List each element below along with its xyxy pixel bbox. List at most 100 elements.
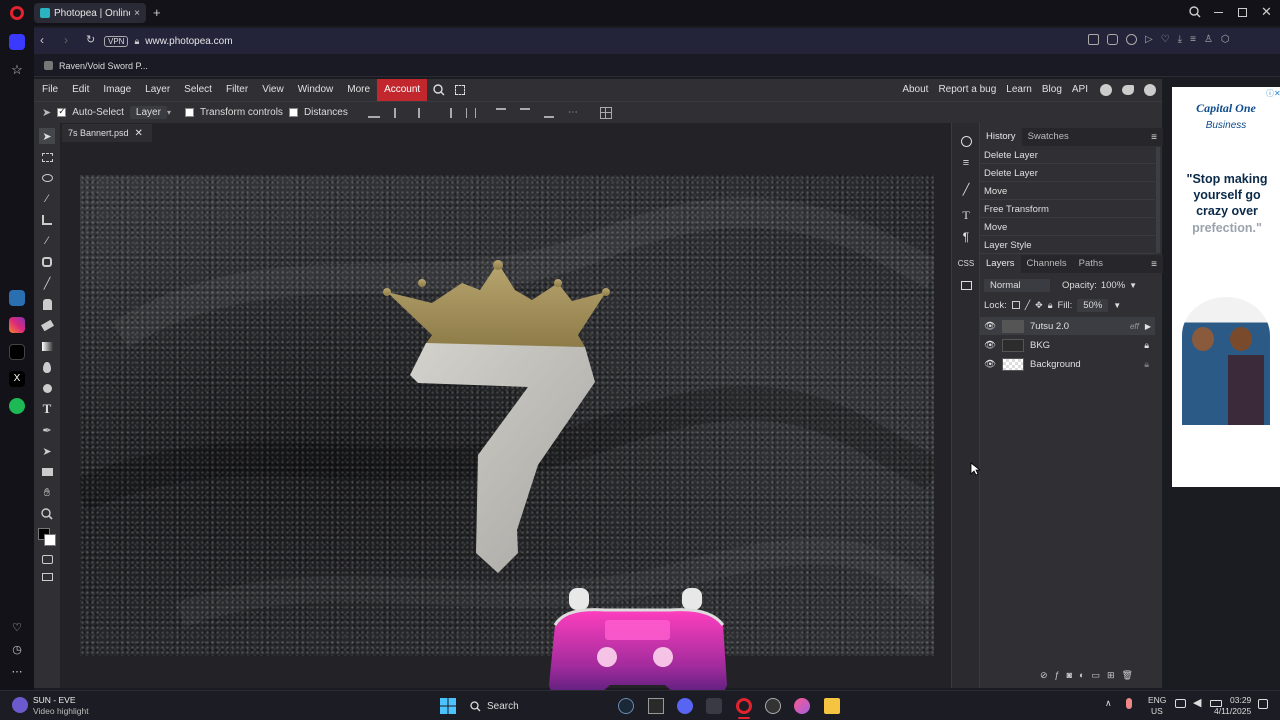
advertisement-panel[interactable]: Capital One Business ⓘ✕ "Stop making you… bbox=[1172, 87, 1280, 487]
menu-learn[interactable]: Learn bbox=[1002, 79, 1036, 101]
gradient-tool-icon[interactable] bbox=[39, 338, 55, 354]
history-item[interactable]: Delete Layer bbox=[980, 165, 1155, 182]
facebook-icon[interactable] bbox=[1144, 84, 1156, 96]
layer-row[interactable]: 👁︎ Background 🔒︎ bbox=[980, 355, 1155, 373]
star-icon[interactable]: ☆ bbox=[9, 62, 25, 78]
layer-name[interactable]: Background bbox=[1030, 359, 1081, 370]
layers-panel-menu-icon[interactable]: ≡ bbox=[1151, 259, 1157, 270]
download-icon[interactable]: ⤓ bbox=[1178, 34, 1182, 48]
tab-layers[interactable]: Layers bbox=[980, 255, 1021, 273]
magic-wand-tool-icon[interactable]: ⁄ bbox=[39, 191, 55, 207]
align-distribute-icon[interactable] bbox=[465, 107, 476, 118]
menu-icon[interactable]: ≡ bbox=[1190, 34, 1196, 48]
spotify-icon[interactable] bbox=[9, 398, 25, 414]
shape-tool-icon[interactable] bbox=[39, 464, 55, 480]
hand-tool-icon[interactable]: ✋︎ bbox=[39, 485, 55, 501]
grid-icon[interactable] bbox=[599, 106, 612, 119]
expand-effects-icon[interactable]: ▶ bbox=[1145, 322, 1151, 331]
forward-icon[interactable]: › bbox=[64, 33, 68, 47]
fullscreen-icon[interactable] bbox=[455, 85, 466, 95]
add-mask-icon[interactable]: ◙ bbox=[1067, 670, 1072, 682]
adjustment-layer-icon[interactable]: ◐ bbox=[1079, 670, 1084, 682]
brush-tool-icon[interactable]: ╱ bbox=[39, 275, 55, 291]
volume-icon[interactable]: ◀︎ bbox=[1193, 696, 1201, 709]
properties-icon[interactable]: ≡ bbox=[958, 155, 974, 171]
new-group-icon[interactable]: ▭ bbox=[1091, 670, 1100, 682]
healing-tool-icon[interactable] bbox=[39, 254, 55, 270]
pen-tool-icon[interactable]: ✒ bbox=[39, 422, 55, 438]
taskbar-search[interactable]: Search bbox=[470, 696, 550, 716]
more-sidebar-icon[interactable]: ⋯ bbox=[9, 664, 25, 680]
layer-select-dropdown[interactable]: Layer bbox=[129, 106, 167, 119]
clock-date[interactable]: 4/11/2025 bbox=[1214, 706, 1251, 716]
itunes-icon[interactable] bbox=[794, 698, 810, 714]
layer-name[interactable]: 7utsu 2.0 bbox=[1030, 321, 1069, 332]
lock-brush-icon[interactable]: ╱ bbox=[1025, 300, 1030, 311]
menu-window[interactable]: Window bbox=[291, 79, 341, 101]
opera-logo-icon[interactable] bbox=[10, 6, 24, 20]
vpn-badge[interactable]: VPN bbox=[104, 35, 129, 47]
tab-swatches[interactable]: Swatches bbox=[1022, 128, 1075, 146]
history-item[interactable]: Layer Style bbox=[980, 237, 1155, 254]
menu-view[interactable]: View bbox=[255, 79, 291, 101]
heart-sidebar-icon[interactable]: ♡ bbox=[9, 620, 25, 636]
layer-effects-icon[interactable]: ƒ bbox=[1055, 670, 1060, 682]
tiktok-icon[interactable] bbox=[9, 344, 25, 360]
twitter-icon[interactable] bbox=[1122, 85, 1134, 95]
eyedropper-tool-icon[interactable]: ⁄ bbox=[39, 233, 55, 249]
lasso-tool-icon[interactable] bbox=[39, 170, 55, 186]
mic-icon[interactable] bbox=[1126, 698, 1132, 709]
visibility-eye-icon[interactable]: 👁︎ bbox=[980, 340, 1000, 351]
delete-layer-icon[interactable]: 🗑︎ bbox=[1122, 670, 1133, 682]
quick-mask-icon[interactable] bbox=[39, 551, 55, 567]
input-language[interactable]: ENG bbox=[1148, 695, 1166, 705]
notification-icon[interactable] bbox=[1258, 699, 1268, 709]
path-select-tool-icon[interactable]: ➤ bbox=[39, 443, 55, 459]
media-thumbnail-icon[interactable] bbox=[12, 697, 28, 713]
instagram-icon[interactable] bbox=[9, 317, 25, 333]
url-field[interactable]: VPN 🔒︎ www.photopea.com bbox=[104, 32, 334, 50]
play-icon[interactable]: ▷ bbox=[1145, 34, 1153, 48]
media-title[interactable]: SUN - EVE bbox=[33, 695, 76, 705]
menu-filter[interactable]: Filter bbox=[219, 79, 255, 101]
crop-tool-icon[interactable] bbox=[39, 212, 55, 228]
file-explorer-icon[interactable] bbox=[824, 698, 840, 714]
history-item[interactable]: Move bbox=[980, 183, 1155, 200]
fill-chevron-icon[interactable]: ▼ bbox=[1113, 301, 1121, 310]
tab-channels[interactable]: Channels bbox=[1021, 255, 1073, 273]
auto-select-checkbox[interactable] bbox=[57, 106, 67, 117]
zoom-tool-icon[interactable] bbox=[39, 506, 55, 522]
menu-more[interactable]: More bbox=[340, 79, 377, 101]
obs-icon[interactable] bbox=[765, 698, 781, 714]
opacity-chevron-icon[interactable]: ▼ bbox=[1129, 281, 1137, 290]
tab-paths[interactable]: Paths bbox=[1073, 255, 1109, 273]
menu-blog[interactable]: Blog bbox=[1038, 79, 1066, 101]
tab-close-icon[interactable]: × bbox=[134, 8, 140, 19]
type-tool-icon[interactable]: T bbox=[39, 401, 55, 417]
document-tab[interactable]: 7s Bannert.psd ✕ bbox=[62, 124, 152, 142]
history-item[interactable]: Delete Layer bbox=[980, 147, 1155, 164]
bookmark-item[interactable]: Raven/Void Sword P... bbox=[59, 61, 148, 71]
lock-move-icon[interactable]: ✥ bbox=[1035, 300, 1043, 311]
minimize-icon[interactable] bbox=[1214, 12, 1223, 13]
menu-layer[interactable]: Layer bbox=[138, 79, 177, 101]
clock-time[interactable]: 03:29 bbox=[1230, 695, 1251, 705]
history-item[interactable]: Free Transform bbox=[980, 201, 1155, 218]
screen-mode-icon[interactable] bbox=[39, 569, 55, 585]
camera-icon[interactable] bbox=[1107, 34, 1118, 45]
paragraph-icon[interactable]: ¶ bbox=[958, 229, 974, 245]
background-color-swatch[interactable] bbox=[44, 534, 56, 546]
layer-row[interactable]: 👁︎ BKG 🔒︎ bbox=[980, 336, 1155, 354]
align-middle-icon[interactable] bbox=[519, 107, 530, 118]
link-layers-icon[interactable]: ⊘ bbox=[1040, 670, 1048, 682]
menu-about[interactable]: About bbox=[898, 79, 932, 101]
opera-taskbar-icon[interactable] bbox=[736, 698, 752, 714]
reddit-icon[interactable] bbox=[1100, 84, 1112, 96]
css-icon[interactable]: CSS bbox=[958, 255, 974, 271]
new-layer-icon[interactable]: ⊞ bbox=[1107, 670, 1115, 682]
search-tabs-icon[interactable] bbox=[1189, 6, 1201, 18]
distribute-more-icon[interactable]: ⋯ bbox=[568, 107, 578, 118]
app-icon-1[interactable] bbox=[9, 290, 25, 306]
profile-icon[interactable]: ♙ bbox=[1204, 34, 1213, 48]
epic-games-icon[interactable] bbox=[648, 698, 664, 714]
